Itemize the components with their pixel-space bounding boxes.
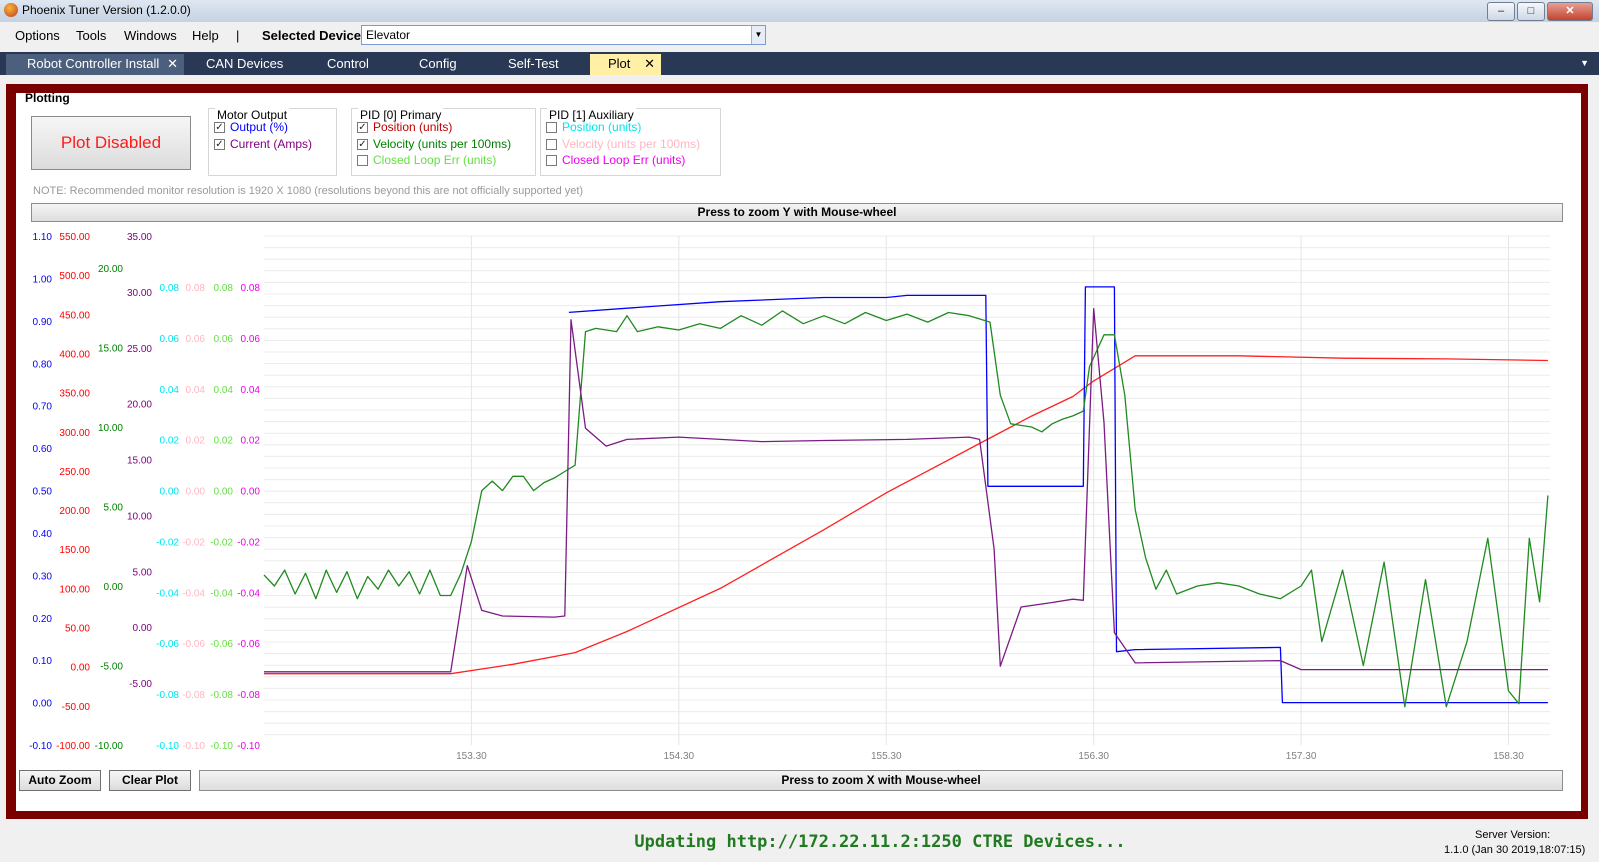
y-tick-label-output: 0.20 (33, 614, 53, 625)
server-version-value: 1.1.0 (Jan 30 2019,18:07:15) (1444, 844, 1586, 856)
y-tick-label-output: 0.50 (33, 487, 53, 498)
y-tick-label-closed_loop_err: -0.10 (210, 741, 233, 752)
y-tick-label-output: 0.40 (33, 529, 53, 540)
y-tick-label-closed_loop_err: 0.06 (214, 334, 234, 345)
y-tick-label-velocity: 10.00 (98, 423, 123, 434)
y-tick-label-aux_closed_loop_err: 0.00 (241, 487, 261, 498)
x-tick-label: 157.30 (1286, 751, 1317, 762)
y-tick-label-closed_loop_err: -0.06 (210, 639, 233, 650)
y-tick-label-position: -100.00 (56, 741, 90, 752)
y-tick-label-aux_velocity: 0.02 (186, 436, 206, 447)
y-tick-label-position: 550.00 (59, 232, 90, 243)
y-tick-label-closed_loop_err: -0.02 (210, 537, 233, 548)
y-tick-label-closed_loop_err: 0.00 (214, 487, 234, 498)
y-tick-label-position: 100.00 (59, 584, 90, 595)
y-tick-label-closed_loop_err: 0.08 (214, 283, 234, 294)
y-tick-label-aux_closed_loop_err: -0.08 (237, 690, 260, 701)
y-tick-label-aux_closed_loop_err: -0.02 (237, 537, 260, 548)
y-tick-label-current: 5.00 (133, 567, 153, 578)
y-tick-label-velocity: 5.00 (104, 503, 124, 514)
y-tick-label-current: 25.00 (127, 344, 152, 355)
server-version-label: Server Version: (1475, 829, 1551, 841)
y-tick-label-position: 200.00 (59, 506, 90, 517)
y-tick-label-aux_velocity: -0.04 (182, 588, 205, 599)
y-tick-label-aux_closed_loop_err: -0.04 (237, 588, 260, 599)
y-tick-label-position: 150.00 (59, 545, 90, 556)
y-tick-label-aux_position: -0.02 (156, 537, 179, 548)
y-tick-label-aux_closed_loop_err: 0.08 (241, 283, 261, 294)
y-tick-label-output: -0.10 (29, 741, 52, 752)
y-tick-label-aux_velocity: 0.08 (186, 283, 206, 294)
y-tick-label-current: 35.00 (127, 232, 152, 243)
y-tick-label-aux_velocity: 0.06 (186, 334, 206, 345)
y-tick-label-aux_position: 0.08 (160, 283, 180, 294)
status-message: Updating http://172.22.11.2:1250 CTRE De… (634, 832, 1126, 852)
y-tick-label-aux_velocity: -0.06 (182, 639, 205, 650)
y-tick-label-aux_closed_loop_err: 0.06 (241, 334, 261, 345)
y-tick-label-output: 0.00 (33, 699, 53, 710)
y-tick-label-aux_closed_loop_err: -0.06 (237, 639, 260, 650)
y-tick-label-velocity: -5.00 (100, 662, 123, 673)
y-tick-label-closed_loop_err: 0.04 (214, 385, 234, 396)
y-tick-label-position: 450.00 (59, 310, 90, 321)
y-tick-label-output: 1.10 (33, 232, 53, 243)
series-line (568, 286, 1548, 704)
y-tick-label-aux_position: 0.06 (160, 334, 180, 345)
zoom-x-button[interactable]: Press to zoom X with Mouse-wheel (199, 770, 1563, 791)
y-tick-label-output: 0.60 (33, 444, 53, 455)
y-tick-label-current: 15.00 (127, 456, 152, 467)
y-tick-label-aux_velocity: -0.02 (182, 537, 205, 548)
y-tick-label-output: 0.90 (33, 317, 53, 328)
y-tick-label-current: 30.00 (127, 288, 152, 299)
x-tick-label: 158.30 (1493, 751, 1524, 762)
y-tick-label-output: 0.30 (33, 571, 53, 582)
y-tick-label-aux_closed_loop_err: -0.10 (237, 741, 260, 752)
x-tick-label: 155.30 (871, 751, 902, 762)
y-tick-label-aux_position: -0.06 (156, 639, 179, 650)
y-tick-label-output: 0.80 (33, 359, 53, 370)
x-tick-label: 153.30 (456, 751, 487, 762)
y-tick-label-position: 400.00 (59, 349, 90, 360)
y-tick-label-closed_loop_err: -0.04 (210, 588, 233, 599)
y-tick-label-position: 300.00 (59, 428, 90, 439)
series-line (263, 310, 1549, 708)
x-tick-label: 154.30 (664, 751, 695, 762)
y-tick-label-aux_position: 0.00 (160, 487, 180, 498)
y-tick-label-output: 1.00 (33, 274, 53, 285)
y-tick-label-closed_loop_err: -0.08 (210, 690, 233, 701)
y-tick-label-velocity: 0.00 (104, 582, 124, 593)
y-tick-label-velocity: 20.00 (98, 264, 123, 275)
y-tick-label-aux_velocity: 0.04 (186, 385, 206, 396)
y-tick-label-position: 0.00 (71, 663, 91, 674)
y-tick-label-aux_closed_loop_err: 0.02 (241, 436, 261, 447)
auto-zoom-button[interactable]: Auto Zoom (19, 770, 101, 791)
y-tick-label-aux_closed_loop_err: 0.04 (241, 385, 261, 396)
y-tick-label-current: 0.00 (133, 623, 153, 634)
y-tick-label-current: 10.00 (127, 511, 152, 522)
y-tick-label-output: 0.70 (33, 402, 53, 413)
y-tick-label-velocity: 15.00 (98, 344, 123, 355)
y-tick-label-position: 350.00 (59, 389, 90, 400)
y-tick-label-position: 50.00 (65, 624, 90, 635)
y-tick-label-aux_position: 0.04 (160, 385, 180, 396)
x-tick-label: 156.30 (1078, 751, 1109, 762)
series-line (264, 307, 1548, 673)
y-tick-label-aux_position: -0.10 (156, 741, 179, 752)
y-tick-label-position: 250.00 (59, 467, 90, 478)
y-tick-label-current: -5.00 (129, 679, 152, 690)
y-tick-label-aux_velocity: 0.00 (186, 487, 206, 498)
y-tick-label-current: 20.00 (127, 400, 152, 411)
y-tick-label-position: -50.00 (62, 702, 91, 713)
y-tick-label-output: 0.10 (33, 656, 53, 667)
y-tick-label-aux_position: -0.04 (156, 588, 179, 599)
plot-chart[interactable]: 153.30 154.30 155.30 156.30 157.30 158.30 1.10… (0, 0, 1599, 862)
clear-plot-button[interactable]: Clear Plot (109, 770, 191, 791)
y-tick-label-aux_velocity: -0.10 (182, 741, 205, 752)
y-tick-label-position: 500.00 (59, 271, 90, 282)
y-tick-label-closed_loop_err: 0.02 (214, 436, 234, 447)
y-tick-label-aux_velocity: -0.08 (182, 690, 205, 701)
y-tick-label-aux_position: -0.08 (156, 690, 179, 701)
y-tick-label-velocity: -10.00 (95, 741, 124, 752)
y-tick-label-aux_position: 0.02 (160, 436, 180, 447)
